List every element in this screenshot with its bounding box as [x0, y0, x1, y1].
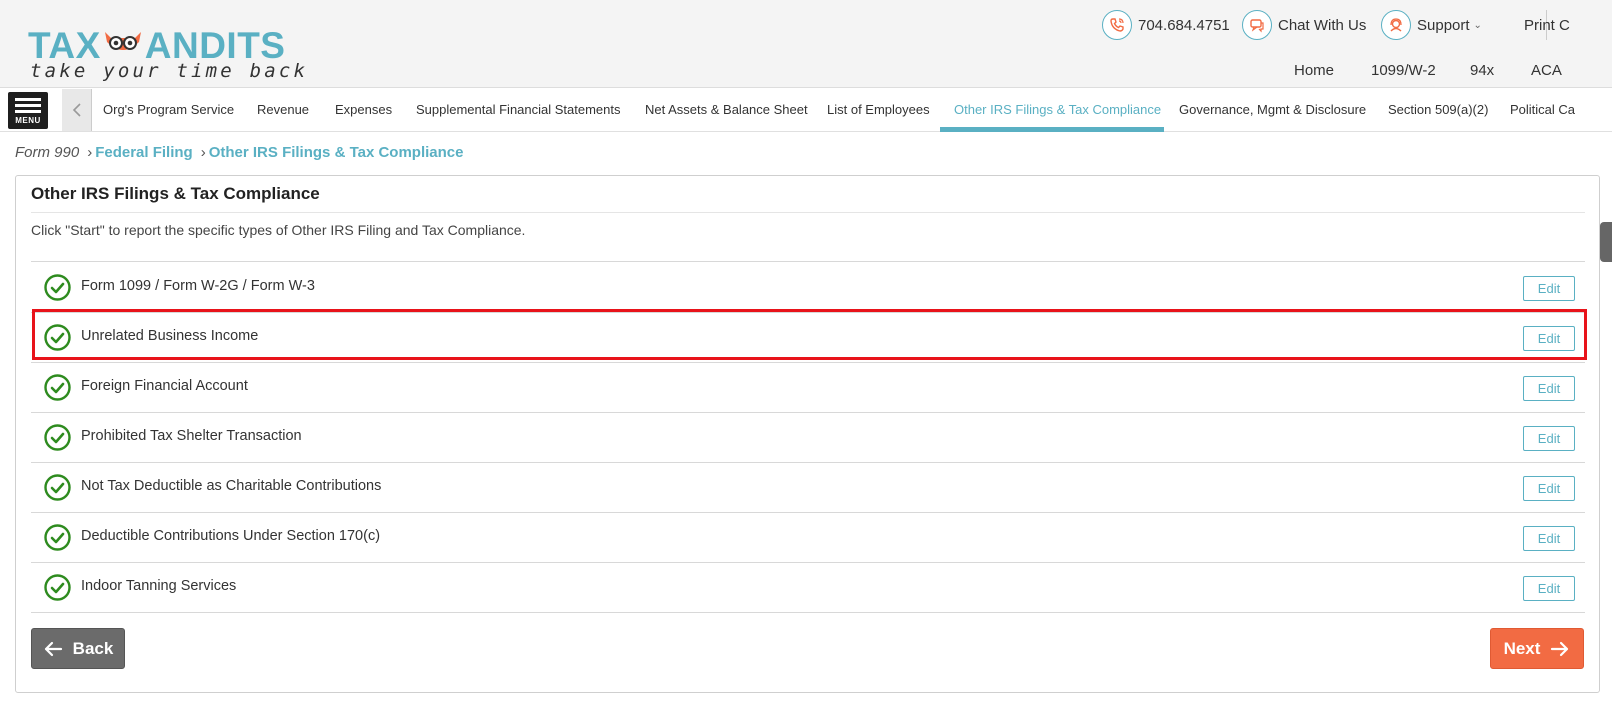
support-label: Support — [1417, 16, 1470, 34]
list-item: Foreign Financial Account Edit — [31, 362, 1585, 413]
list-item: Deductible Contributions Under Section 1… — [31, 512, 1585, 563]
list-item: Not Tax Deductible as Charitable Contrib… — [31, 462, 1585, 513]
breadcrumb: Form 990 › Federal Filing › Other IRS Filing… — [15, 144, 463, 161]
breadcrumb-chevron-icon: › — [87, 144, 93, 161]
check-circle-icon — [44, 574, 71, 601]
edit-button[interactable]: Edit — [1523, 426, 1575, 451]
tab-list: Org's Program Service Revenue Expenses S… — [92, 88, 1612, 132]
tab-orgs-program-service[interactable]: Org's Program Service — [103, 88, 234, 132]
nav-1099-w2[interactable]: 1099/W-2 — [1371, 62, 1436, 79]
check-circle-icon — [44, 324, 71, 351]
app-header: TAX ANDITS take your time back 704.684.47… — [0, 0, 1612, 88]
menu-button[interactable]: MENU — [8, 92, 48, 129]
edit-button[interactable]: Edit — [1523, 526, 1575, 551]
item-label: Deductible Contributions Under Section 1… — [81, 528, 381, 544]
chat-with-us-link[interactable]: Chat With Us — [1242, 10, 1366, 40]
breadcrumb-current-page: Other IRS Filings & Tax Compliance — [208, 144, 464, 161]
item-label: Indoor Tanning Services — [81, 578, 237, 594]
tab-governance-mgmt-disclosure[interactable]: Governance, Mgmt & Disclosure — [1179, 88, 1366, 132]
edit-button[interactable]: Edit — [1523, 376, 1575, 401]
phone-contact[interactable]: 704.684.4751 — [1102, 10, 1230, 40]
list-item: Form 1099 / Form W-2G / Form W-3 Edit — [31, 262, 1585, 313]
phone-icon — [1102, 10, 1132, 40]
nav-94x[interactable]: 94x — [1470, 62, 1494, 79]
edit-button[interactable]: Edit — [1523, 326, 1575, 351]
back-label: Back — [72, 638, 114, 658]
logo-tagline: take your time back — [30, 60, 309, 82]
section-tab-bar: MENU Org's Program Service Revenue Expen… — [0, 88, 1612, 132]
list-item: Unrelated Business Income Edit — [31, 312, 1585, 363]
phone-number: 704.684.4751 — [1138, 16, 1230, 34]
arrow-left-icon — [44, 641, 62, 656]
chat-icon — [1242, 10, 1272, 40]
side-panel-toggle[interactable] — [1600, 222, 1612, 262]
list-item: Indoor Tanning Services Edit — [31, 562, 1585, 613]
menu-label: MENU — [15, 116, 41, 125]
tab-supplemental-financial-statements[interactable]: Supplemental Financial Statements — [416, 88, 621, 132]
breadcrumb-federal-filing[interactable]: Federal Filing — [95, 144, 193, 161]
card-description: Click "Start" to report the specific typ… — [31, 222, 526, 238]
check-circle-icon — [44, 374, 71, 401]
back-button[interactable]: Back — [31, 628, 125, 669]
next-label: Next — [1503, 638, 1541, 658]
chevron-left-icon — [72, 103, 81, 117]
check-circle-icon — [44, 424, 71, 451]
hamburger-icon — [15, 98, 41, 101]
tab-list-of-employees[interactable]: List of Employees — [827, 88, 930, 132]
nav-aca[interactable]: ACA — [1531, 62, 1562, 79]
owl-mascot-icon — [101, 24, 145, 52]
chat-label: Chat With Us — [1278, 16, 1367, 34]
item-label: Form 1099 / Form W-2G / Form W-3 — [81, 278, 315, 294]
tab-section-509a2[interactable]: Section 509(a)(2) — [1388, 88, 1488, 132]
check-circle-icon — [44, 474, 71, 501]
active-tab-indicator — [940, 127, 1164, 132]
breadcrumb-form-990: Form 990 — [15, 144, 80, 161]
print-link[interactable]: Print C — [1524, 10, 1570, 40]
edit-button[interactable]: Edit — [1523, 576, 1575, 601]
check-circle-icon — [44, 524, 71, 551]
list-item: Prohibited Tax Shelter Transaction Edit — [31, 412, 1585, 463]
nav-home[interactable]: Home — [1294, 62, 1334, 79]
item-label: Not Tax Deductible as Charitable Contrib… — [81, 478, 382, 494]
item-label: Prohibited Tax Shelter Transaction — [81, 428, 302, 444]
check-circle-icon — [44, 274, 71, 301]
breadcrumb-chevron-icon: › — [200, 144, 206, 161]
tab-other-irs-filings[interactable]: Other IRS Filings & Tax Compliance — [954, 88, 1161, 132]
support-dropdown[interactable]: Support ⌄ — [1381, 10, 1482, 40]
edit-button[interactable]: Edit — [1523, 476, 1575, 501]
compliance-card: Other IRS Filings & Tax Compliance Click… — [15, 175, 1600, 693]
card-title: Other IRS Filings & Tax Compliance — [31, 184, 320, 203]
item-label: Unrelated Business Income — [81, 328, 259, 344]
tab-political-campaign[interactable]: Political Ca — [1510, 88, 1575, 132]
chevron-down-icon: ⌄ — [1473, 19, 1482, 31]
arrow-right-icon — [1551, 641, 1569, 656]
tab-scroll-left-button[interactable] — [62, 89, 92, 131]
support-agent-icon — [1381, 10, 1411, 40]
tab-revenue[interactable]: Revenue — [257, 88, 309, 132]
next-button[interactable]: Next — [1490, 628, 1584, 669]
edit-button[interactable]: Edit — [1523, 276, 1575, 301]
taxbandits-logo[interactable]: TAX ANDITS take your time back — [28, 20, 305, 83]
divider — [31, 212, 1585, 213]
tab-net-assets-balance-sheet[interactable]: Net Assets & Balance Sheet — [645, 88, 808, 132]
print-label: Print C — [1524, 16, 1570, 34]
item-label: Foreign Financial Account — [81, 378, 248, 394]
tab-expenses[interactable]: Expenses — [335, 88, 392, 132]
